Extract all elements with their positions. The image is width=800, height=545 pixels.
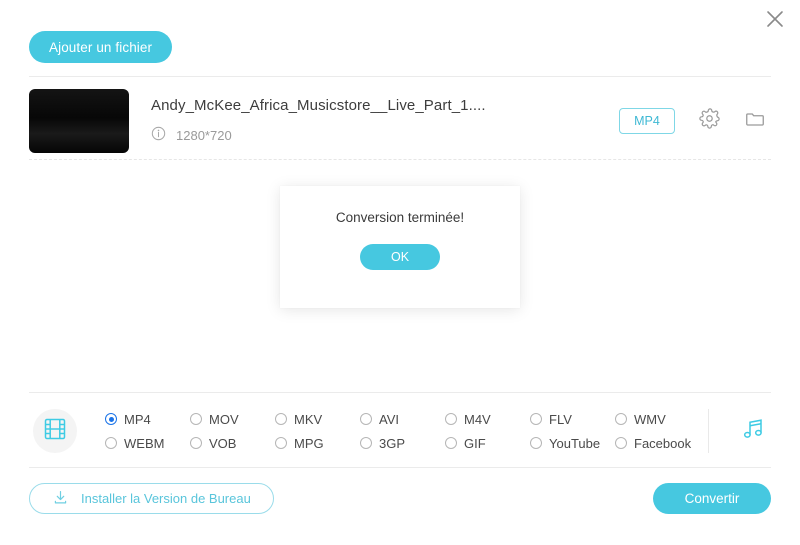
video-thumbnail	[29, 89, 129, 153]
format-label: WMV	[634, 411, 666, 427]
format-option-webm[interactable]: WEBM	[105, 431, 190, 455]
format-panel: MP4 MOV MKV AVI M4V FLV WMV WEBM VOB MPG…	[29, 403, 771, 459]
video-format-button[interactable]	[33, 409, 77, 453]
radio-mpg[interactable]	[275, 437, 287, 449]
format-option-facebook[interactable]: Facebook	[615, 431, 700, 455]
radio-gif[interactable]	[445, 437, 457, 449]
format-label: Facebook	[634, 435, 692, 451]
install-label: Installer la Version de Bureau	[81, 491, 251, 506]
format-label: MP4	[124, 411, 151, 427]
format-label: WEBM	[124, 435, 165, 451]
film-strip-icon	[42, 416, 68, 447]
file-resolution: 1280*720	[176, 128, 232, 143]
format-label: FLV	[549, 411, 572, 427]
radio-mkv[interactable]	[275, 413, 287, 425]
radio-m4v[interactable]	[445, 413, 457, 425]
file-actions: MP4	[619, 108, 767, 134]
divider-file-row	[29, 159, 771, 160]
format-label: YouTube	[549, 435, 601, 451]
format-label: GIF	[464, 435, 486, 451]
format-option-mov[interactable]: MOV	[190, 407, 275, 431]
file-name: Andy_McKee_Africa_Musicstore__Live_Part_…	[151, 96, 486, 114]
gear-icon	[698, 108, 720, 134]
format-option-3gp[interactable]: 3GP	[360, 431, 445, 455]
conversion-complete-dialog: Conversion terminée! OK	[280, 186, 520, 308]
add-file-button[interactable]: Ajouter un fichier	[29, 31, 173, 63]
close-icon	[765, 9, 785, 29]
convert-button[interactable]: Convertir	[653, 483, 771, 514]
format-label: MKV	[294, 411, 323, 427]
divider-top	[29, 76, 771, 77]
radio-mov[interactable]	[190, 413, 202, 425]
panel-divider	[708, 409, 709, 453]
radio-vob[interactable]	[190, 437, 202, 449]
format-option-wmv[interactable]: WMV	[615, 407, 700, 431]
info-circle-icon	[151, 126, 166, 146]
divider-format-panel	[29, 392, 771, 393]
settings-button[interactable]	[697, 108, 721, 134]
converter-window: Ajouter un fichier Andy_McKee_Africa_Mus…	[0, 0, 800, 545]
radio-flv[interactable]	[530, 413, 542, 425]
format-options: MP4 MOV MKV AVI M4V FLV WMV WEBM VOB MPG…	[105, 407, 700, 455]
format-option-youtube[interactable]: YouTube	[530, 431, 615, 455]
radio-3gp[interactable]	[360, 437, 372, 449]
file-format-badge[interactable]: MP4	[619, 108, 675, 134]
format-label: MPG	[294, 435, 324, 451]
toolbar: Ajouter un fichier	[29, 31, 173, 63]
format-option-flv[interactable]: FLV	[530, 407, 615, 431]
dialog-ok-button[interactable]: OK	[360, 244, 440, 270]
audio-format-button[interactable]	[735, 413, 771, 449]
format-label: M4V	[464, 411, 491, 427]
open-folder-button[interactable]	[743, 109, 767, 133]
format-option-vob[interactable]: VOB	[190, 431, 275, 455]
format-option-gif[interactable]: GIF	[445, 431, 530, 455]
radio-avi[interactable]	[360, 413, 372, 425]
radio-facebook[interactable]	[615, 437, 627, 449]
radio-webm[interactable]	[105, 437, 117, 449]
download-icon	[52, 489, 69, 509]
folder-icon	[744, 108, 766, 135]
radio-youtube[interactable]	[530, 437, 542, 449]
file-info: Andy_McKee_Africa_Musicstore__Live_Part_…	[151, 97, 619, 146]
format-label: VOB	[209, 435, 237, 451]
format-label: 3GP	[379, 435, 406, 451]
radio-wmv[interactable]	[615, 413, 627, 425]
music-note-icon	[739, 415, 767, 448]
format-option-m4v[interactable]: M4V	[445, 407, 530, 431]
install-desktop-version-button[interactable]: Installer la Version de Bureau	[29, 483, 274, 514]
format-option-mkv[interactable]: MKV	[275, 407, 360, 431]
dialog-message: Conversion terminée!	[335, 210, 465, 225]
format-option-avi[interactable]: AVI	[360, 407, 445, 431]
radio-mp4[interactable]	[105, 413, 117, 425]
table-row: Andy_McKee_Africa_Musicstore__Live_Part_…	[29, 88, 771, 154]
format-label: AVI	[379, 411, 399, 427]
format-option-mpg[interactable]: MPG	[275, 431, 360, 455]
format-option-mp4[interactable]: MP4	[105, 407, 190, 431]
divider-footer	[29, 467, 771, 468]
close-button[interactable]	[760, 4, 790, 34]
format-label: MOV	[209, 411, 239, 427]
